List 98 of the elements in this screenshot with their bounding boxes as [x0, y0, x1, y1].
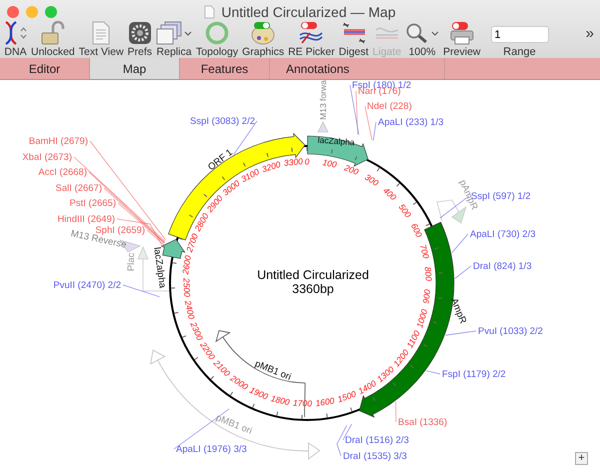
- restriction-site-label: BamHI (2679): [28, 136, 88, 147]
- restriction-site-label: AccI (2668): [38, 167, 87, 178]
- position-label: 800: [422, 266, 434, 282]
- restriction-site-label: SalI (2667): [56, 183, 102, 194]
- feature-label: Plac: [126, 252, 137, 272]
- plasmid-length: 3360bp: [292, 282, 334, 296]
- restriction-site-label: PvuI (1033) 2/2: [478, 326, 543, 337]
- feature-label: M13 forwa: [318, 80, 328, 120]
- position-label: 1400: [356, 378, 378, 396]
- restriction-site-label: PstI (2665): [70, 198, 116, 209]
- toolbar-button[interactable]: RE Picker: [286, 21, 337, 58]
- restriction-site-label: HindIII (2649): [57, 214, 115, 225]
- open-padlock-icon: [40, 21, 65, 45]
- primer-arrow: [318, 121, 328, 132]
- toolbar-button[interactable]: Prefs: [126, 21, 154, 58]
- restriction-site-label: FspI (1179) 2/2: [442, 369, 506, 380]
- toolbar-button[interactable]: Graphics: [240, 21, 286, 58]
- palette-icon: [250, 21, 276, 45]
- close-button[interactable]: [7, 6, 19, 18]
- position-label: 500: [396, 202, 414, 220]
- leader-line: [445, 330, 476, 336]
- restriction-site-label: ApaLI (1976) 3/3: [176, 444, 247, 455]
- position-label: 2600: [180, 254, 193, 275]
- document-icon: [91, 21, 112, 45]
- promoter-arrow: [137, 246, 170, 292]
- position-label: 1900: [248, 384, 270, 402]
- feature-label: lacZalpha: [317, 134, 355, 148]
- position-label: 400: [381, 185, 398, 202]
- feature-label: AmpR: [448, 296, 468, 326]
- updown-caret-icon: [20, 27, 27, 39]
- position-label: 2400: [182, 299, 197, 320]
- position-label: 3100: [239, 166, 261, 184]
- caret-icon: [431, 30, 440, 36]
- restriction-site-label: PvuII (2470) 2/2: [53, 280, 121, 291]
- position-label: 2500: [181, 278, 192, 298]
- toolbar-button[interactable]: Text View: [76, 21, 126, 58]
- position-label: 3300: [283, 156, 304, 168]
- position-label: 700: [418, 243, 432, 260]
- restriction-site-label: ApaLI (233) 1/3: [378, 117, 444, 128]
- zoom-button[interactable]: [45, 6, 57, 18]
- toolbar-button[interactable]: Digest: [336, 21, 371, 58]
- toolbar-button[interactable]: DNA: [2, 21, 29, 58]
- magnifier-icon: [405, 21, 430, 45]
- toolbar-button[interactable]: Replica: [154, 21, 194, 58]
- range-field[interactable]: 1: [490, 26, 549, 43]
- position-label: 600: [409, 222, 424, 239]
- position-label: 2700: [184, 232, 200, 254]
- position-label: 1000: [414, 308, 430, 329]
- position-label: 1800: [270, 393, 291, 408]
- zoom-in-button[interactable]: +: [575, 452, 588, 465]
- restriction-site-label: NdeI (228): [367, 101, 412, 112]
- gear-icon: [128, 21, 152, 45]
- leader-line: [452, 234, 468, 254]
- restriction-site-label: SspI (3083) 2/2: [190, 116, 255, 127]
- position-label: 1600: [314, 396, 336, 408]
- position-label: 2000: [228, 372, 250, 392]
- scissors-strands-icon: [340, 21, 367, 45]
- strands-icon: [298, 21, 324, 45]
- position-label: 3200: [260, 159, 282, 174]
- tab[interactable]: Map: [90, 58, 180, 79]
- overflow-button[interactable]: »: [582, 25, 598, 58]
- position-label: 900: [420, 288, 432, 304]
- restriction-site-label: SphI (2659): [95, 225, 145, 236]
- position-label: 200: [343, 162, 360, 177]
- caret-icon: [184, 30, 192, 36]
- position-label: 1100: [404, 328, 422, 350]
- restriction-site-label: XbaI (2673): [22, 152, 72, 163]
- restriction-site-label: DraI (1535) 3/3: [343, 451, 407, 462]
- feature-label: ORF 1: [206, 147, 235, 173]
- position-label: 100: [322, 157, 338, 170]
- position-label: 1700: [292, 398, 312, 409]
- position-label: 2300: [188, 320, 206, 342]
- document-icon: [204, 5, 216, 19]
- toolbar-button[interactable]: Unlocked: [29, 21, 77, 58]
- position-label: 0: [304, 156, 310, 166]
- toolbar-button[interactable]: 100%: [403, 21, 442, 58]
- feature-label: pMB1 ori: [253, 358, 293, 383]
- position-label: 300: [363, 172, 380, 188]
- feature-label: lacZalpha: [151, 246, 168, 289]
- stacked-windows-icon: [156, 21, 182, 45]
- leader-line: [426, 370, 440, 374]
- restriction-site-label: BsaI (1336): [398, 417, 448, 428]
- toolbar-button[interactable]: Preview: [441, 21, 483, 58]
- position-label: 1500: [336, 388, 358, 404]
- plasmid-name: Untitled Circularized: [257, 268, 369, 282]
- restriction-site-label: DraI (1516) 2/3: [345, 435, 409, 446]
- feature-label: pMB1 ori: [214, 412, 254, 437]
- dna-helix-icon: [4, 21, 18, 45]
- restriction-site-label: DraI (824) 1/3: [473, 261, 532, 272]
- restriction-site-label: ApaLI (730) 2/3: [470, 229, 536, 240]
- leader-line: [454, 266, 472, 279]
- window-title: Untitled Circularized — Map: [221, 4, 396, 20]
- range-label: Range: [503, 46, 536, 58]
- minimize-button[interactable]: [26, 6, 38, 18]
- printer-icon: [448, 21, 475, 45]
- ring-icon: [205, 21, 230, 45]
- toolbar-button[interactable]: Topology: [194, 21, 240, 58]
- leader-line: [395, 401, 396, 422]
